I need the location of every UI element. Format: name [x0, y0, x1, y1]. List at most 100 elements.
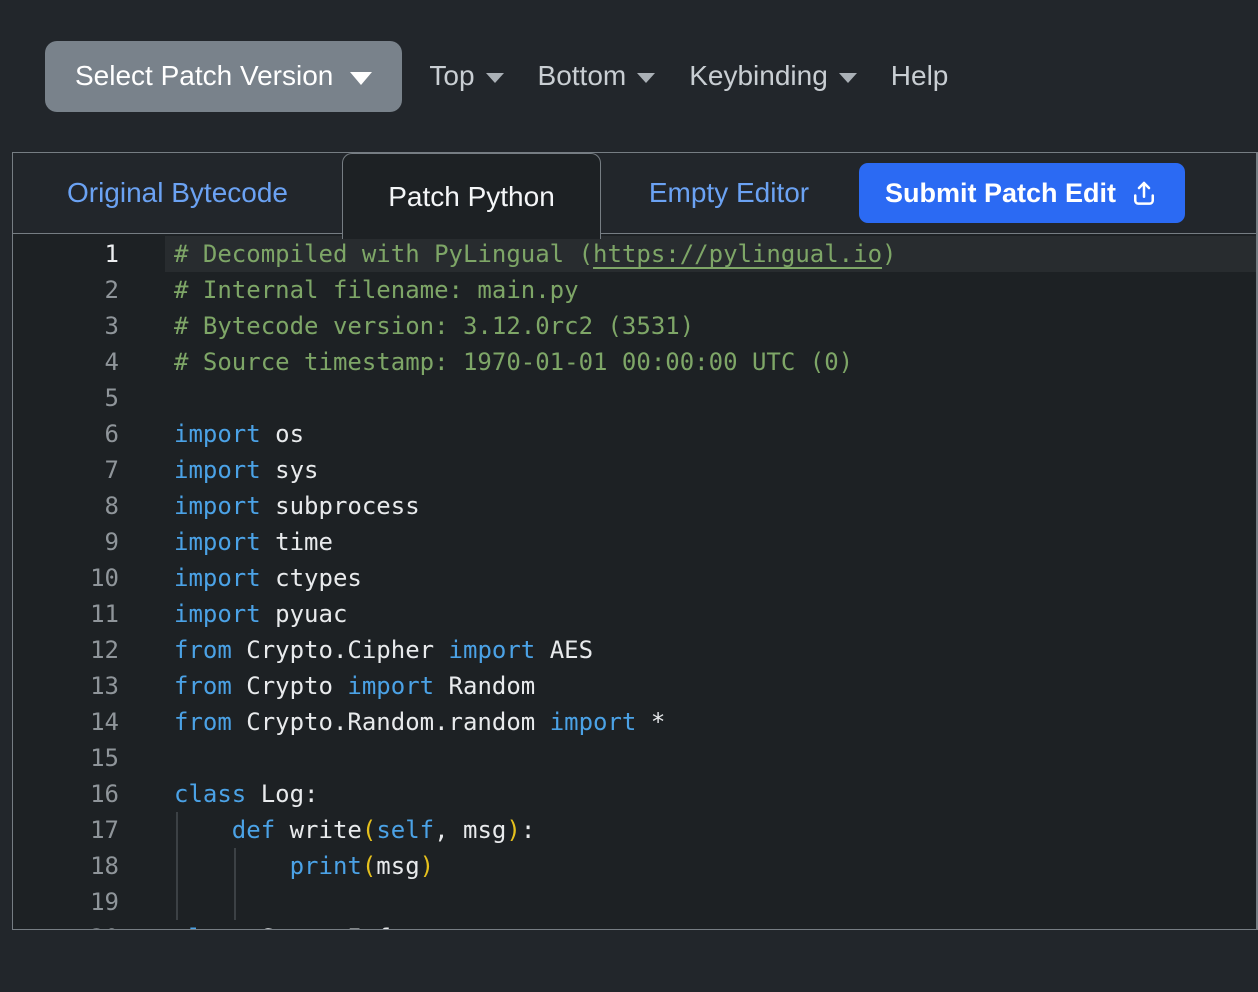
menu-item-top[interactable]: Top — [429, 60, 503, 92]
indent-guide — [176, 812, 178, 848]
code-editor[interactable]: 1# Decompiled with PyLingual (https://py… — [13, 234, 1256, 929]
code-token: sys — [261, 456, 319, 484]
line-number: 19 — [13, 884, 119, 920]
code-token: msg — [376, 852, 419, 880]
menu-item-keybinding[interactable]: Keybinding — [689, 60, 857, 92]
code-token: ) — [882, 240, 896, 268]
code-token: ) — [506, 816, 520, 844]
line-number: 7 — [13, 452, 119, 488]
chevron-down-icon — [486, 73, 504, 83]
code-line: 7 import sys — [13, 452, 1256, 488]
code-token: pyuac — [261, 600, 348, 628]
code-line: 11 import pyuac — [13, 596, 1256, 632]
code-line: 3# Bytecode version: 3.12.0rc2 (3531) — [13, 308, 1256, 344]
code-token — [174, 852, 290, 880]
tab-patch-python[interactable]: Patch Python — [342, 153, 601, 239]
code-token: import — [174, 456, 261, 484]
line-content: # Source timestamp: 1970-01-01 00:00:00 … — [165, 344, 1256, 380]
code-token: SystemInfo: — [246, 924, 419, 929]
chevron-down-icon — [350, 72, 372, 85]
select-patch-version-label: Select Patch Version — [75, 60, 333, 92]
code-token: # Internal filename: main.py — [174, 276, 579, 304]
line-number: 10 — [13, 560, 119, 596]
line-number: 14 — [13, 704, 119, 740]
tab-empty-editor[interactable]: Empty Editor — [601, 153, 857, 233]
code-token: Log: — [246, 780, 318, 808]
code-token: import — [449, 636, 536, 664]
code-token: * — [636, 708, 665, 736]
indent-guide — [234, 848, 236, 884]
line-content: class Log: — [165, 776, 1256, 812]
menu-item-bottom[interactable]: Bottom — [538, 60, 656, 92]
code-token: ctypes — [261, 564, 362, 592]
line-number: 13 — [13, 668, 119, 704]
code-token: class — [174, 924, 246, 929]
line-number: 2 — [13, 272, 119, 308]
line-number: 5 — [13, 380, 119, 416]
line-content: def write(self, msg): — [165, 812, 1256, 848]
submit-patch-edit-button[interactable]: Submit Patch Edit — [859, 163, 1185, 223]
code-token: print — [290, 852, 362, 880]
code-token: subprocess — [261, 492, 420, 520]
code-line: 13from Crypto import Random — [13, 668, 1256, 704]
code-token: Crypto.Random.random — [232, 708, 550, 736]
chevron-down-icon — [637, 73, 655, 83]
code-token: class — [174, 780, 246, 808]
code-token — [174, 816, 232, 844]
code-line: 4 # Source timestamp: 1970-01-01 00:00:00… — [13, 344, 1256, 380]
line-content: class SystemInfo: — [165, 920, 1256, 929]
indent-guide — [176, 884, 178, 920]
line-number: 18 — [13, 848, 119, 884]
pylingual-link[interactable]: https://pylingual.io — [593, 240, 882, 268]
line-content — [165, 884, 1256, 920]
code-line: 16 class Log: — [13, 776, 1256, 812]
code-token: import — [550, 708, 637, 736]
code-line: 15 — [13, 740, 1256, 776]
line-content: # Internal filename: main.py — [165, 272, 1256, 308]
code-token: write — [275, 816, 362, 844]
line-content: import time — [165, 524, 1256, 560]
select-patch-version-button[interactable]: Select Patch Version — [45, 41, 402, 112]
chevron-down-icon — [839, 73, 857, 83]
code-token: time — [261, 528, 333, 556]
line-content: import os — [165, 416, 1256, 452]
line-number: 4 — [13, 344, 119, 380]
code-line: 12from Crypto.Cipher import AES — [13, 632, 1256, 668]
line-content: print(msg) — [165, 848, 1256, 884]
menu-item-help[interactable]: Help — [891, 60, 949, 92]
line-content: import pyuac — [165, 596, 1256, 632]
line-number: 9 — [13, 524, 119, 560]
code-token: import — [347, 672, 434, 700]
code-token: # Bytecode version: 3.12.0rc2 (3531) — [174, 312, 694, 340]
menu-bar: Top Bottom Keybinding Help — [429, 60, 948, 92]
code-token: # Decompiled with PyLingual ( — [174, 240, 593, 268]
line-number: 17 — [13, 812, 119, 848]
code-line: 17 def write(self, msg): — [13, 812, 1256, 848]
code-token: import — [174, 492, 261, 520]
code-token: import — [174, 600, 261, 628]
code-token: ( — [362, 852, 376, 880]
code-token: self — [376, 816, 434, 844]
code-line: 1# Decompiled with PyLingual (https://py… — [13, 236, 1256, 272]
line-content: # Decompiled with PyLingual (https://pyl… — [165, 236, 1256, 272]
line-content: # Bytecode version: 3.12.0rc2 (3531) — [165, 308, 1256, 344]
line-content: import subprocess — [165, 488, 1256, 524]
code-line: 9 import time — [13, 524, 1256, 560]
code-line: 2 # Internal filename: main.py — [13, 272, 1256, 308]
menu-label-help: Help — [891, 60, 949, 92]
top-toolbar: Select Patch Version Top Bottom Keybindi… — [0, 0, 1258, 152]
code-line: 18 print(msg) — [13, 848, 1256, 884]
submit-patch-edit-label: Submit Patch Edit — [885, 178, 1116, 209]
code-token: from — [174, 708, 232, 736]
code-token: Crypto.Cipher — [232, 636, 449, 664]
code-line: 19 — [13, 884, 1256, 920]
menu-label-top: Top — [429, 60, 474, 92]
tab-bar: Original Bytecode Patch Python Empty Edi… — [13, 153, 1256, 234]
code-line: 14 from Crypto.Random.random import * — [13, 704, 1256, 740]
code-token: import — [174, 528, 261, 556]
upload-icon — [1129, 178, 1159, 208]
line-number: 16 — [13, 776, 119, 812]
tab-original-bytecode[interactable]: Original Bytecode — [13, 153, 342, 233]
code-token: import — [174, 420, 261, 448]
line-number: 11 — [13, 596, 119, 632]
